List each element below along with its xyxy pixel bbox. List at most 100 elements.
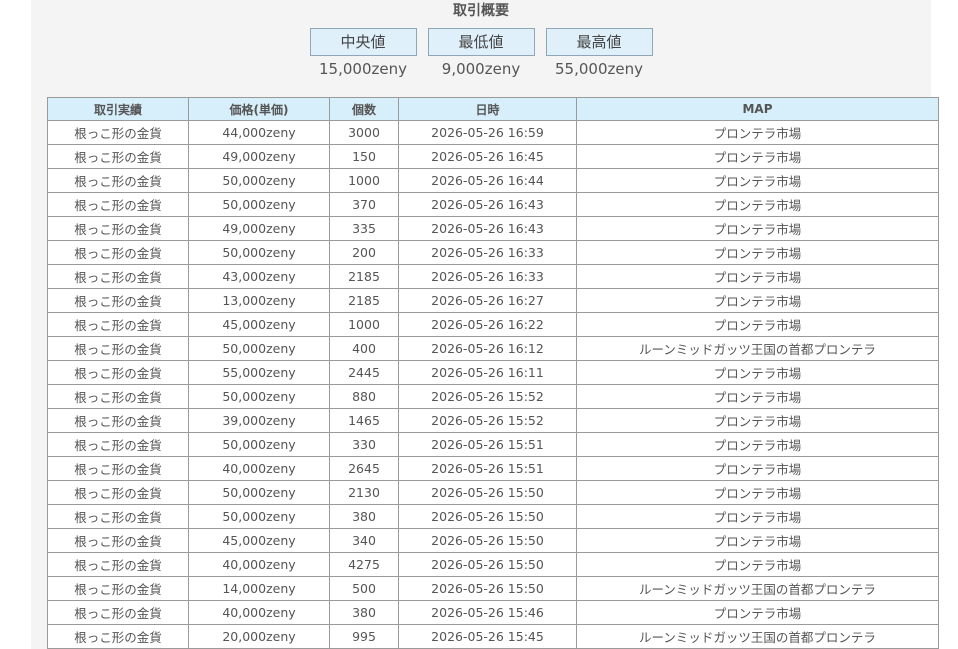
cell-map: プロンテラ市場: [576, 432, 939, 457]
cell-map: プロンテラ市場: [576, 264, 939, 289]
cell-quantity: 400: [329, 336, 399, 361]
cell-datetime: 2026-05-26 15:45: [398, 624, 577, 649]
cell-datetime: 2026-05-26 15:51: [398, 432, 577, 457]
table-row: 根っこ形の金貨 49,000zeny 150 2026-05-26 16:45 プロンテ…: [47, 144, 939, 169]
table-row: 根っこ形の金貨 50,000zeny 2130 2026-05-26 15:50 プロン…: [47, 480, 939, 505]
cell-map: プロンテラ市場: [576, 552, 939, 577]
cell-item: 根っこ形の金貨: [47, 120, 189, 145]
cell-map: プロンテラ市場: [576, 360, 939, 385]
table-row: 根っこ形の金貨 40,000zeny 380 2026-05-26 15:46 プロンテ…: [47, 600, 939, 625]
cell-item: 根っこ形の金貨: [47, 168, 189, 193]
cell-datetime: 2026-05-26 15:50: [398, 528, 577, 553]
cell-quantity: 995: [329, 624, 399, 649]
cell-price: 40,000zeny: [188, 552, 330, 577]
cell-price: 50,000zeny: [188, 480, 330, 505]
cell-price: 55,000zeny: [188, 360, 330, 385]
cell-quantity: 330: [329, 432, 399, 457]
cell-price: 50,000zeny: [188, 336, 330, 361]
cell-item: 根っこ形の金貨: [47, 480, 189, 505]
cell-quantity: 2645: [329, 456, 399, 481]
cell-datetime: 2026-05-26 16:45: [398, 144, 577, 169]
cell-item: 根っこ形の金貨: [47, 216, 189, 241]
cell-datetime: 2026-05-26 15:51: [398, 456, 577, 481]
cell-datetime: 2026-05-26 16:59: [398, 120, 577, 145]
table-row: 根っこ形の金貨 50,000zeny 330 2026-05-26 15:51 プロンテ…: [47, 432, 939, 457]
cell-item: 根っこ形の金貨: [47, 504, 189, 529]
cell-price: 49,000zeny: [188, 144, 330, 169]
table-row: 根っこ形の金貨 13,000zeny 2185 2026-05-26 16:27 プロン…: [47, 288, 939, 313]
cell-quantity: 2185: [329, 288, 399, 313]
cell-item: 根っこ形の金貨: [47, 240, 189, 265]
table-row: 根っこ形の金貨 39,000zeny 1465 2026-05-26 15:52 プロン…: [47, 408, 939, 433]
cell-price: 13,000zeny: [188, 288, 330, 313]
cell-quantity: 380: [329, 504, 399, 529]
table-row: 根っこ形の金貨 44,000zeny 3000 2026-05-26 16:59 プロン…: [47, 120, 939, 145]
cell-price: 14,000zeny: [188, 576, 330, 601]
cell-map: プロンテラ市場: [576, 312, 939, 337]
cell-quantity: 500: [329, 576, 399, 601]
cell-map: ルーンミッドガッツ王国の首都プロンテラ: [576, 576, 939, 601]
table-row: 根っこ形の金貨 45,000zeny 340 2026-05-26 15:50 プロンテ…: [47, 528, 939, 553]
cell-map: プロンテラ市場: [576, 504, 939, 529]
cell-price: 50,000zeny: [188, 168, 330, 193]
cell-datetime: 2026-05-26 15:50: [398, 480, 577, 505]
cell-price: 45,000zeny: [188, 312, 330, 337]
table-row: 根っこ形の金貨 14,000zeny 500 2026-05-26 15:50 ルーンミ…: [47, 576, 939, 601]
cell-price: 50,000zeny: [188, 192, 330, 217]
cell-map: プロンテラ市場: [576, 192, 939, 217]
cell-map: プロンテラ市場: [576, 384, 939, 409]
cell-item: 根っこ形の金貨: [47, 360, 189, 385]
cell-quantity: 880: [329, 384, 399, 409]
header-map: MAP: [576, 97, 939, 121]
cell-price: 50,000zeny: [188, 504, 330, 529]
table-row: 根っこ形の金貨 50,000zeny 200 2026-05-26 16:33 プロンテ…: [47, 240, 939, 265]
header-item: 取引実績: [47, 97, 189, 121]
trade-history-table: 取引実績 価格(単価) 個数 日時 MAP 根っこ形の金貨 44,000zeny 3…: [47, 97, 939, 649]
cell-map: ルーンミッドガッツ王国の首都プロンテラ: [576, 624, 939, 649]
cell-price: 50,000zeny: [188, 240, 330, 265]
cell-datetime: 2026-05-26 16:12: [398, 336, 577, 361]
table-header-row: 取引実績 価格(単価) 個数 日時 MAP: [47, 97, 939, 121]
cell-quantity: 380: [329, 600, 399, 625]
cell-price: 50,000zeny: [188, 384, 330, 409]
cell-item: 根っこ形の金貨: [47, 624, 189, 649]
cell-item: 根っこ形の金貨: [47, 600, 189, 625]
stat-min-label: 最低値: [427, 28, 535, 56]
cell-map: プロンテラ市場: [576, 240, 939, 265]
stat-max-label: 最高値: [545, 28, 653, 56]
cell-datetime: 2026-05-26 16:44: [398, 168, 577, 193]
cell-item: 根っこ形の金貨: [47, 432, 189, 457]
cell-item: 根っこ形の金貨: [47, 336, 189, 361]
cell-item: 根っこ形の金貨: [47, 408, 189, 433]
cell-map: プロンテラ市場: [576, 600, 939, 625]
cell-quantity: 2445: [329, 360, 399, 385]
table-row: 根っこ形の金貨 55,000zeny 2445 2026-05-26 16:11 プロン…: [47, 360, 939, 385]
cell-price: 50,000zeny: [188, 432, 330, 457]
cell-quantity: 2130: [329, 480, 399, 505]
cell-quantity: 1000: [329, 312, 399, 337]
cell-datetime: 2026-05-26 15:46: [398, 600, 577, 625]
cell-datetime: 2026-05-26 16:27: [398, 288, 577, 313]
stat-min: 最低値 9,000zeny: [427, 28, 535, 79]
table-body: 根っこ形の金貨 44,000zeny 3000 2026-05-26 16:59 プロン…: [47, 120, 939, 649]
cell-item: 根っこ形の金貨: [47, 384, 189, 409]
cell-datetime: 2026-05-26 16:22: [398, 312, 577, 337]
cell-price: 40,000zeny: [188, 456, 330, 481]
cell-quantity: 1465: [329, 408, 399, 433]
stat-median: 中央値 15,000zeny: [309, 28, 417, 79]
cell-datetime: 2026-05-26 16:11: [398, 360, 577, 385]
table-row: 根っこ形の金貨 50,000zeny 370 2026-05-26 16:43 プロンテ…: [47, 192, 939, 217]
cell-item: 根っこ形の金貨: [47, 552, 189, 577]
table-row: 根っこ形の金貨 50,000zeny 1000 2026-05-26 16:44 プロン…: [47, 168, 939, 193]
cell-quantity: 370: [329, 192, 399, 217]
stat-median-value: 15,000zeny: [319, 60, 407, 78]
cell-datetime: 2026-05-26 16:33: [398, 264, 577, 289]
cell-item: 根っこ形の金貨: [47, 288, 189, 313]
cell-map: プロンテラ市場: [576, 480, 939, 505]
cell-map: プロンテラ市場: [576, 408, 939, 433]
cell-map: プロンテラ市場: [576, 144, 939, 169]
cell-map: プロンテラ市場: [576, 216, 939, 241]
stat-max: 最高値 55,000zeny: [545, 28, 653, 79]
cell-price: 43,000zeny: [188, 264, 330, 289]
summary-stats: 中央値 15,000zeny 最低値 9,000zeny 最高値 55,000z…: [31, 28, 931, 79]
